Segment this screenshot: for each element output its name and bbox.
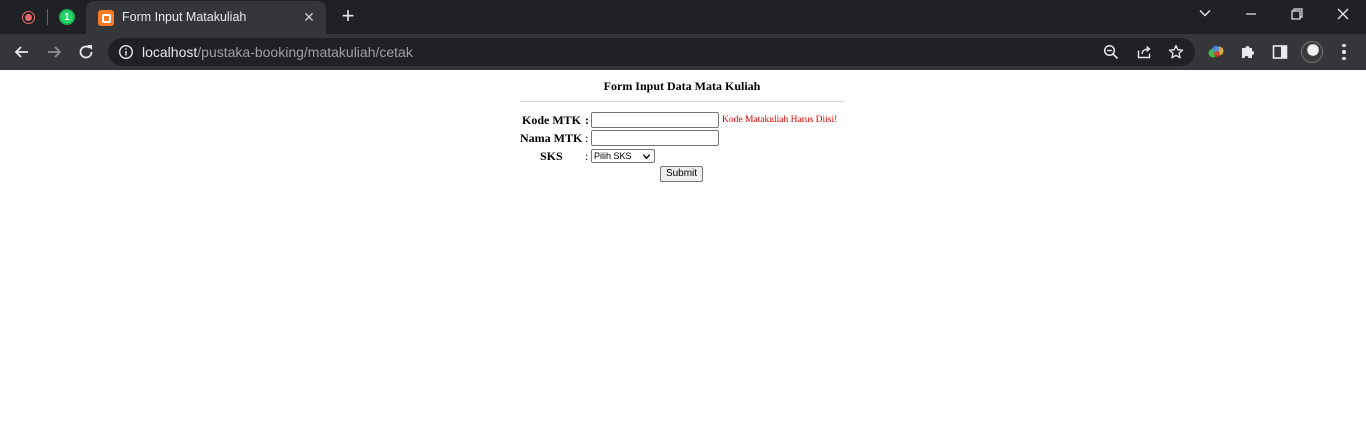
- address-bar[interactable]: localhost/pustaka-booking/matakuliah/cet…: [108, 38, 1195, 66]
- arrow-left-icon: [14, 46, 28, 58]
- chevron-down-icon: [642, 154, 651, 160]
- nama-mtk-input[interactable]: [591, 130, 719, 146]
- reload-button[interactable]: [74, 40, 98, 64]
- xampp-favicon-icon: [98, 10, 114, 26]
- extension-colorful-icon: [1208, 45, 1224, 58]
- zoom-out-icon: [1103, 44, 1119, 60]
- extension-button[interactable]: [1206, 42, 1226, 62]
- url-text[interactable]: localhost/pustaka-booking/matakuliah/cet…: [142, 44, 413, 60]
- sks-colon: :: [585, 149, 589, 163]
- tab-form-input-matakuliah[interactable]: Form Input Matakuliah ✕: [86, 1, 326, 34]
- tab-strip: 1 Form Input Matakuliah ✕ +: [0, 0, 1366, 34]
- star-icon: [1168, 44, 1184, 59]
- sks-selected-value: Pilih SKS: [594, 151, 632, 161]
- extensions-menu-button[interactable]: [1238, 42, 1258, 62]
- menu-dot-icon: [1342, 43, 1346, 48]
- url-path: /pustaka-booking/matakuliah/cetak: [197, 44, 413, 60]
- whatsapp-badge: 1: [64, 11, 70, 23]
- restore-button[interactable]: [1284, 4, 1310, 26]
- chevron-down-icon: [1199, 10, 1211, 17]
- restore-icon: [1291, 8, 1303, 20]
- sks-select[interactable]: Pilih SKS: [591, 149, 655, 163]
- title-divider: [520, 101, 844, 102]
- puzzle-icon: [1242, 46, 1254, 58]
- profile-avatar[interactable]: [1301, 41, 1323, 63]
- tab-close-icon[interactable]: ✕: [301, 9, 317, 25]
- record-icon: [21, 10, 35, 24]
- browser-menu-button[interactable]: [1336, 42, 1352, 62]
- pinned-tab-record[interactable]: [13, 5, 43, 29]
- side-panel-button[interactable]: [1270, 42, 1290, 62]
- submit-button[interactable]: Submit: [660, 166, 703, 182]
- nama-mtk-label: Nama MTK: [520, 131, 583, 145]
- page-content: Form Input Data Mata Kuliah Kode MTK : K…: [0, 70, 1366, 425]
- kode-mtk-label: Kode MTK: [522, 113, 581, 127]
- share-button[interactable]: [1135, 43, 1153, 61]
- back-button[interactable]: [10, 40, 34, 64]
- tab-title: Form Input Matakuliah: [122, 10, 247, 24]
- new-tab-button[interactable]: +: [337, 5, 359, 28]
- pinned-tab-separator: [47, 9, 48, 25]
- zoom-button[interactable]: [1102, 43, 1120, 61]
- minimize-button[interactable]: [1238, 4, 1264, 26]
- share-icon: [1137, 45, 1151, 59]
- minimize-icon: [1246, 13, 1256, 15]
- side-panel-icon: [1272, 45, 1288, 59]
- menu-dot-icon: [1342, 56, 1346, 61]
- nama-mtk-colon: :: [585, 131, 589, 145]
- kode-mtk-input[interactable]: [591, 112, 719, 128]
- kode-mtk-error: Kode Matakuliah Harus Diisi!: [722, 115, 838, 125]
- forward-button[interactable]: [42, 40, 66, 64]
- kode-mtk-colon: :: [585, 113, 589, 127]
- pinned-tab-whatsapp[interactable]: 1: [52, 5, 82, 29]
- whatsapp-icon: 1: [59, 9, 75, 25]
- sks-label: SKS: [540, 149, 563, 163]
- close-icon: [1337, 8, 1349, 20]
- reload-icon: [79, 45, 93, 59]
- info-icon[interactable]: [118, 44, 134, 60]
- window-close-button[interactable]: [1330, 4, 1356, 26]
- form-title: Form Input Data Mata Kuliah: [603, 79, 761, 93]
- menu-dot-icon: [1342, 50, 1346, 54]
- url-host: localhost: [142, 44, 198, 60]
- arrow-right-icon: [48, 46, 62, 58]
- tab-search-button[interactable]: [1192, 4, 1218, 26]
- browser-toolbar: localhost/pustaka-booking/matakuliah/cet…: [0, 34, 1366, 70]
- bookmark-button[interactable]: [1167, 43, 1185, 61]
